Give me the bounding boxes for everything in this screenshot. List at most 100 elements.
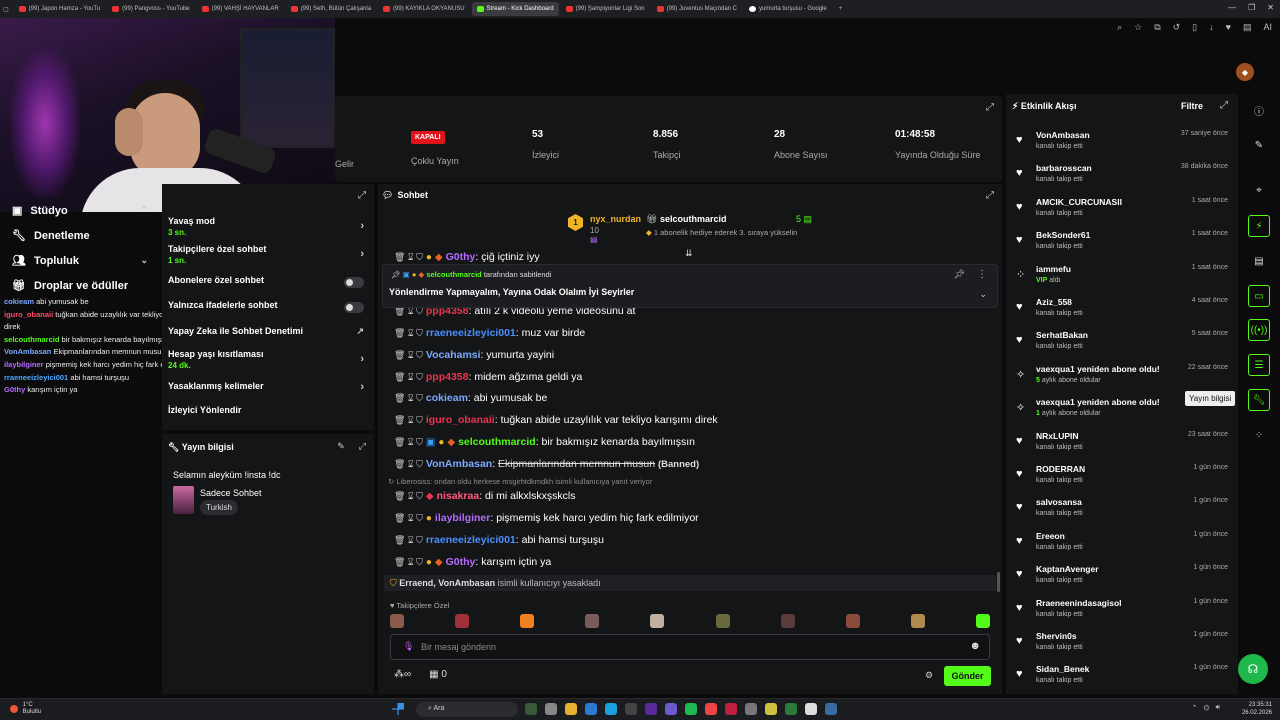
leaderboard-second[interactable]: 🎁︎ selcouthmarcid 5 ▤ ◆ 1 abonelik hediy…	[646, 214, 906, 237]
chat-username[interactable]: G0thy	[446, 556, 476, 568]
mod-actions-icon[interactable]: 🗑︎ ⌛︎ ⛉	[394, 535, 423, 545]
mod-actions-icon[interactable]: 🗑︎ ⌛︎ ⛉	[394, 437, 423, 447]
expand-icon[interactable]: ⤢	[358, 190, 366, 201]
emote-icon[interactable]	[650, 614, 665, 628]
windows-start-icon[interactable]	[392, 703, 404, 715]
followers-only-row[interactable]: Takipçilere özel sohbet 1 sn. ›	[168, 244, 368, 265]
ai-button[interactable]: AI	[1263, 22, 1272, 33]
emote-icon[interactable]	[390, 614, 404, 628]
redirect-row[interactable]: İzleyici Yönlendir	[168, 405, 368, 415]
mod-actions-icon[interactable]: 🗑︎ ⌛︎ ⛉	[394, 252, 423, 262]
chat-username[interactable]: ilaybilginer	[435, 512, 490, 524]
chat-username[interactable]: rraeneeizleyici001	[426, 534, 516, 546]
nav-item-studio[interactable]: ▣ Stüdyo ⌃	[0, 198, 160, 223]
history-icon[interactable]: ↺	[1173, 22, 1181, 33]
browser-tab[interactable]: (99) Seth, Bütün Çalışanla	[286, 2, 376, 16]
mod-actions-icon[interactable]: 🗑︎ ⌛︎ ⛉	[394, 393, 423, 403]
volume-icon[interactable]: 🔊︎	[1216, 704, 1220, 712]
chat-message[interactable]: 🗑︎ ⌛︎ ⛉ ● ilaybilginer: pişmemiş kek harcı…	[394, 512, 699, 524]
channel-points[interactable]: ▦ 0	[429, 669, 447, 680]
app-icon[interactable]	[545, 703, 557, 715]
feed-item[interactable]: ♥ BekSonder61 kanalı takip etti 1 saat önce	[1014, 228, 1230, 261]
expand-icon[interactable]: ⤢	[986, 190, 994, 201]
app-icon[interactable]	[585, 703, 597, 715]
chat-username[interactable]: VonAmbasan	[426, 458, 492, 470]
filter-button[interactable]: Filtre	[1181, 101, 1203, 111]
emoji-icon[interactable]: ☻	[969, 640, 981, 652]
app-icon[interactable]	[765, 703, 777, 715]
feed-item[interactable]: ✧ vaexqua1 yeniden abone oldu! 5 aylık abo…	[1014, 362, 1230, 395]
browser-menu-icon[interactable]: ▢	[0, 2, 12, 16]
edit-icon[interactable]: ✎	[1248, 134, 1270, 156]
user-avatar[interactable]: ◆	[1236, 63, 1254, 81]
emote-icon[interactable]	[845, 614, 860, 628]
app-icon[interactable]	[785, 703, 797, 715]
chat-username[interactable]: selcouthmarcid	[458, 436, 536, 448]
mod-actions-icon[interactable]: 🗑︎ ⌛︎ ⛉	[394, 459, 423, 469]
sidebar-icon[interactable]: ▯	[1192, 22, 1197, 33]
mod-actions-icon[interactable]: 🗑︎ ⌛︎ ⛉	[394, 328, 423, 338]
expand-icon[interactable]: ⤢	[986, 102, 994, 113]
feed-item[interactable]: ♥ VonAmbasan kanalı takip etti 37 saniye ön…	[1014, 128, 1230, 161]
feed-item[interactable]: ♥ KaptanAvenger kanalı takip etti 1 gün önc…	[1014, 562, 1230, 595]
mod-actions-icon[interactable]: 🗑︎ ⌛︎ ⛉	[394, 557, 423, 567]
app-icon[interactable]	[525, 703, 537, 715]
ai-moderation-row[interactable]: Yapay Zeka ile Sohbet Denetimi ↗	[168, 326, 368, 336]
apps-icon[interactable]: ⁘	[1248, 424, 1270, 446]
browser-tab[interactable]: (99) KAYIKLA OKYANUSU	[378, 2, 469, 16]
app-icon[interactable]	[645, 703, 657, 715]
feed-item[interactable]: ⁘ iammefu VIP aldı 1 saat önce	[1014, 262, 1230, 295]
chevron-up-icon[interactable]: ⌃	[1192, 704, 1198, 712]
feed-item[interactable]: ♥ SerhatBakan kanalı takip etti 5 saat önce	[1014, 328, 1230, 361]
heart-icon[interactable]: ♥	[1226, 22, 1231, 33]
app-icon[interactable]	[705, 703, 717, 715]
emote-icon[interactable]	[975, 614, 990, 628]
browser-tab[interactable]: yumurta turşusu - Google	[744, 2, 832, 16]
chat-username[interactable]: cokieam	[426, 392, 468, 404]
chat-message[interactable]: 🗑︎ ⌛︎ ⛉ Vocahamsi: yumurta yayini	[394, 349, 554, 361]
extension-icon[interactable]: ⧉	[1154, 22, 1160, 33]
browser-tab[interactable]: (99) Pangvoss - YouTube	[107, 2, 195, 16]
clock[interactable]: 23:35:31 26.02.2026	[1242, 701, 1272, 717]
browser-tab[interactable]: Stream - Kick Dashboard	[471, 2, 559, 16]
target-icon[interactable]: ⌖	[1248, 179, 1270, 201]
browser-tab[interactable]: (99) Şampiyonlar Ligi Son	[561, 2, 650, 16]
expand-icon[interactable]: ⤢	[1220, 100, 1228, 111]
search-icon[interactable]: ⌕	[1117, 22, 1122, 33]
feed-item[interactable]: ♥ AMCIK_CURCUNASII kanalı takip etti 1 saat…	[1014, 195, 1230, 228]
app-icon[interactable]	[805, 703, 817, 715]
browser-tab[interactable]: (99) Japon Hamza - YouTu	[14, 2, 105, 16]
app-icon[interactable]	[825, 703, 837, 715]
slow-mode-row[interactable]: Yavaş mod 3 sn. ›	[168, 216, 368, 237]
app-icon[interactable]	[565, 703, 577, 715]
nav-item-drops[interactable]: 🎁︎ Droplar ve ödüller	[0, 273, 160, 298]
app-icon[interactable]	[745, 703, 757, 715]
mod-actions-icon[interactable]: 🗑︎ ⌛︎ ⛉	[394, 372, 423, 382]
chat-message[interactable]: 🗑︎ ⌛︎ ⛉ rraeneeizleyici001: abi hamsi tur…	[394, 534, 604, 546]
feed-item[interactable]: ♥ Rraeneenindasagisol kanalı takip etti 1 g…	[1014, 596, 1230, 629]
gear-icon[interactable]: ⚙	[925, 670, 933, 681]
chat-username[interactable]: Vocahamsi	[426, 349, 481, 361]
chat-message[interactable]: 🗑︎ ⌛︎ ⛉ ▣ ● ◆ selcouthmarcid: bir bakmışız k…	[394, 436, 695, 448]
help-icon[interactable]: ☊	[1238, 654, 1268, 684]
feed-item[interactable]: ♥ RODERRAN kanalı takip etti 1 gün önce	[1014, 462, 1230, 495]
send-button[interactable]: Gönder	[944, 666, 991, 686]
weather-widget[interactable]: 1°C Bulutlu	[10, 702, 41, 716]
minimize-icon[interactable]: —	[1228, 3, 1236, 12]
app-icon[interactable]	[625, 703, 637, 715]
subs-only-toggle[interactable]	[344, 277, 364, 288]
chat-scrollbar[interactable]	[997, 572, 1000, 592]
app-icon[interactable]	[605, 703, 617, 715]
chat-message[interactable]: 🗑︎ ⌛︎ ⛉ iguro_obanaii: tuğkan abide uzayl…	[394, 414, 718, 426]
chat-message[interactable]: 🗑︎ ⌛︎ ⛉ ppp4358: midem ağzıma geldi ya	[394, 371, 582, 383]
emote-icon[interactable]	[780, 614, 795, 628]
emote-icon[interactable]	[520, 614, 535, 628]
feed-item[interactable]: ♥ barbarosscan kanalı takip etti 38 dakika …	[1014, 161, 1230, 194]
mod-actions-icon[interactable]: 🗑︎ ⌛︎ ⛉	[394, 513, 423, 523]
more-icon[interactable]: ⋮	[977, 269, 987, 280]
chat-username[interactable]: ppp4358	[426, 371, 469, 383]
bolt-icon[interactable]: ⚡︎	[1248, 215, 1270, 237]
download-icon[interactable]: ↓	[1209, 22, 1214, 33]
feed-item[interactable]: ♥ Ereeon kanalı takip etti 1 gün önce	[1014, 529, 1230, 562]
chevron-down-icon[interactable]: ⌄	[979, 289, 987, 300]
